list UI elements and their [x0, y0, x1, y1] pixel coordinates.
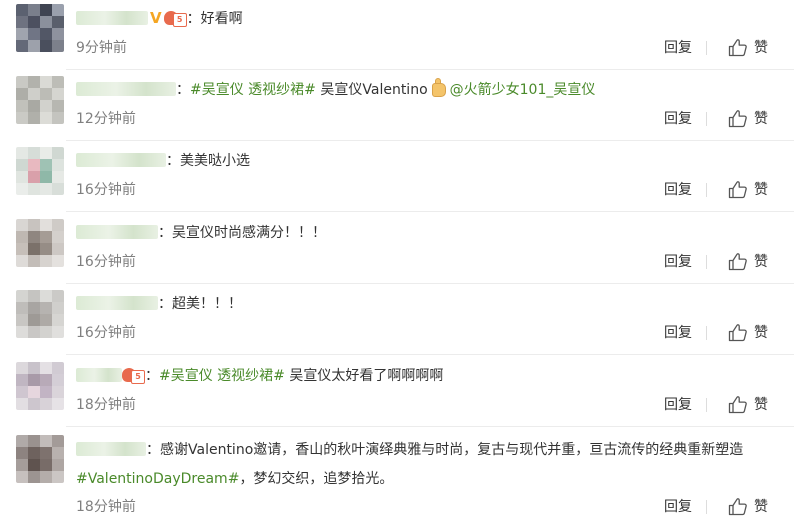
comment-text-segment: ：感谢Valentino邀请，香山的秋叶演绎典雅与时尚，复古与现代并重，亘古流传…	[146, 442, 744, 458]
comment-text: V 5 ：好看啊	[76, 6, 778, 31]
comment-text-segment: ：吴宣仪时尚感满分！！！	[158, 225, 326, 241]
divider	[706, 326, 707, 340]
comment-divider	[66, 283, 794, 284]
timestamp: 18分钟前	[76, 499, 136, 515]
comment-text-segment: ：	[145, 368, 159, 384]
like-label: 赞	[754, 325, 768, 341]
comment-meta: 16分钟前 回复 赞	[76, 323, 778, 343]
comment-text-segment: 吴宣仪太好看了啊啊啊啊	[284, 368, 444, 384]
username[interactable]	[76, 11, 148, 25]
comment-meta: 18分钟前 回复 赞	[76, 395, 778, 415]
divider	[706, 255, 707, 269]
avatar[interactable]	[16, 76, 64, 124]
verified-v-icon: V	[150, 9, 162, 27]
topic-link[interactable]: #吴宣仪 透视纱裙#	[190, 82, 316, 98]
comment-body: ：超美！！！	[76, 292, 778, 316]
divider	[706, 112, 707, 126]
fan-badge-icon: 5	[163, 10, 187, 27]
divider	[706, 500, 707, 514]
username[interactable]	[76, 82, 176, 96]
comment-text: ：吴宣仪时尚感满分！！！	[76, 221, 778, 245]
comment-divider	[66, 354, 794, 355]
username[interactable]	[76, 368, 122, 382]
comment-text: 5 ：#吴宣仪 透视纱裙# 吴宣仪太好看了啊啊啊啊	[76, 364, 778, 388]
comment-body: ：吴宣仪时尚感满分！！！	[76, 221, 778, 245]
username[interactable]	[76, 153, 166, 167]
timestamp: 12分钟前	[76, 111, 136, 127]
reply-button[interactable]: 回复	[664, 109, 692, 129]
comment-body: V 5 ：好看啊	[76, 6, 778, 31]
like-label: 赞	[754, 254, 768, 270]
like-label: 赞	[754, 182, 768, 198]
timestamp: 16分钟前	[76, 254, 136, 270]
timestamp: 16分钟前	[76, 325, 136, 341]
reply-button[interactable]: 回复	[664, 497, 692, 517]
reply-button[interactable]: 回复	[664, 395, 692, 415]
comment-text-segment: ，梦幻交织，追梦拾光。	[239, 471, 394, 487]
comment-text-segment: ：好看啊	[186, 11, 243, 27]
comment-body: ：感谢Valentino邀请，香山的秋叶演绎典雅与时尚，复古与现代并重，亘古流传…	[76, 436, 778, 494]
like-label: 赞	[754, 40, 768, 56]
comment-meta: 18分钟前 回复 赞	[76, 497, 778, 517]
comment-text-segment: 吴宣仪Valentino	[315, 82, 428, 98]
comment-body: ：美美哒小选	[76, 149, 778, 173]
thumbs-up-emoji-icon	[428, 78, 450, 98]
fan-badge-level: 5	[131, 370, 145, 384]
comment-text-segment: ：	[176, 82, 190, 98]
avatar[interactable]	[16, 4, 64, 52]
avatar[interactable]	[16, 290, 64, 338]
reply-button[interactable]: 回复	[664, 252, 692, 272]
timestamp: 9分钟前	[76, 40, 127, 56]
comment-divider	[66, 211, 794, 212]
comment-meta: 16分钟前 回复 赞	[76, 180, 778, 200]
like-label: 赞	[754, 111, 768, 127]
like-label: 赞	[754, 397, 768, 413]
divider	[706, 398, 707, 412]
timestamp: 18分钟前	[76, 397, 136, 413]
comment-text: ：感谢Valentino邀请，香山的秋叶演绎典雅与时尚，复古与现代并重，亘古流传…	[76, 436, 778, 494]
comment-meta: 12分钟前 回复 赞	[76, 109, 778, 129]
comment-text: ：美美哒小选	[76, 149, 778, 173]
divider	[706, 41, 707, 55]
avatar[interactable]	[16, 219, 64, 267]
username[interactable]	[76, 442, 146, 456]
avatar[interactable]	[16, 147, 64, 195]
comment-body: ：#吴宣仪 透视纱裙# 吴宣仪Valentino @火箭少女101_吴宣仪	[76, 78, 778, 102]
comment-divider	[66, 140, 794, 141]
reply-button[interactable]: 回复	[664, 180, 692, 200]
timestamp: 16分钟前	[76, 182, 136, 198]
comment-divider	[66, 426, 794, 427]
username[interactable]	[76, 225, 158, 239]
avatar[interactable]	[16, 435, 64, 483]
comment-meta: 9分钟前 回复 赞	[76, 38, 778, 58]
fan-badge-level: 5	[172, 13, 187, 27]
comment-body: 5 ：#吴宣仪 透视纱裙# 吴宣仪太好看了啊啊啊啊	[76, 364, 778, 388]
comment-divider	[66, 69, 794, 70]
reply-button[interactable]: 回复	[664, 38, 692, 58]
fan-badge-icon: 5	[122, 367, 145, 384]
topic-link[interactable]: #吴宣仪 透视纱裙#	[159, 368, 285, 384]
comment-text-segment: ：超美！！！	[158, 296, 242, 312]
comment-text: ：#吴宣仪 透视纱裙# 吴宣仪Valentino @火箭少女101_吴宣仪	[76, 78, 778, 102]
username[interactable]	[76, 296, 158, 310]
avatar[interactable]	[16, 362, 64, 410]
comment-meta: 16分钟前 回复 赞	[76, 252, 778, 272]
comment-text: ：超美！！！	[76, 292, 778, 316]
like-label: 赞	[754, 499, 768, 515]
topic-link[interactable]: #ValentinoDayDream#	[76, 471, 239, 487]
divider	[706, 183, 707, 197]
comment-text-segment: ：美美哒小选	[166, 153, 250, 169]
reply-button[interactable]: 回复	[664, 323, 692, 343]
mention-link[interactable]: @火箭少女101_吴宣仪	[450, 82, 596, 98]
